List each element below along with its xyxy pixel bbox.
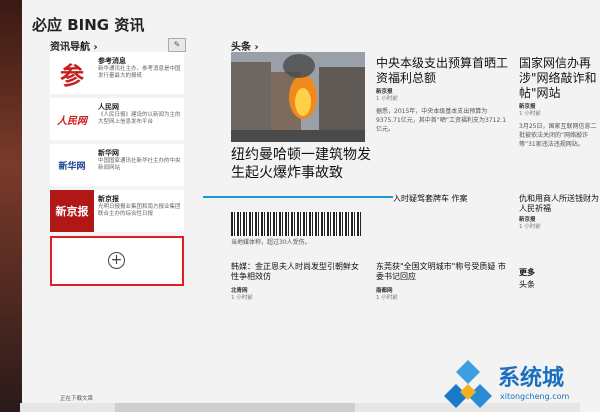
xinjing-logo: 新京报 [50,190,94,232]
story-body: 3月25日，国家互联网信息二批被依法关闭的“网络敲诈等”31家违法违规网站。 [519,123,597,148]
watermark-logo-icon [444,360,492,408]
story-time: 1 小时前 [376,295,398,301]
story-meta: 新京报 1 小时前 [376,89,508,103]
plus-icon: + [108,252,125,269]
fire-building-image [231,52,365,142]
add-source-button[interactable]: + [50,236,184,286]
edit-sources-button[interactable]: ✎ [168,38,186,52]
hero-image-secondary [231,212,361,236]
story-title: 东莞获"全国文明城市"称号受质疑 市委书记回应 [376,262,506,281]
story-meta: 新京报 1 小时前 [519,104,600,118]
section-heading-nav[interactable]: 资讯导航 › [50,38,98,53]
story-item[interactable]: 国家网信办再涉"网络敲诈和帖"网站 新京报 1 小时前 3月25日，国家互联网信息… [519,56,600,149]
story-time: 1 小时前 [376,96,398,102]
source-card-cankao[interactable]: 参 参考消息 新华通讯社主办，参考消息是中国发行量最大的报纸 [50,52,184,94]
pencil-icon: ✎ [173,40,181,49]
story-item[interactable]: 入时疑驾套牌车 作案 [393,194,511,204]
story-item[interactable]: 韩媒：金正恩夫人时尚发型引朝鲜女性争相效仿 北青网 1 小时前 [231,262,365,302]
story-item[interactable]: 东莞获"全国文明城市"称号受质疑 市委书记回应 南都网 1 小时前 [376,262,508,302]
source-name: 参考消息 [98,57,126,65]
story-source: 新京报 [519,217,536,223]
story-body: 据悉，2015年，中央本级基本支出预算为9375.71亿元，其中首“晒”工资福利… [376,108,507,133]
app-title: 必应 BING 资讯 [32,16,145,34]
story-meta: 新京报 1 小时前 [519,217,600,231]
story-source: 新京报 [376,89,393,95]
watermark-text: 系统城 [498,366,565,391]
source-name: 人民网 [98,103,119,111]
source-desc: 《人民日报》建设的以新闻为主的大型网上信息发布平台 [98,112,181,125]
cankao-logo: 参 [50,52,94,94]
story-item[interactable]: 中央本级支出预算首晒工资福利总额 新京报 1 小时前 据悉，2015年，中央本级基… [376,56,508,134]
story-meta: 北青网 1 小时前 [231,288,365,302]
story-source: 新京报 [519,104,536,110]
scrollbar-thumb[interactable] [115,403,355,412]
story-time: 1 小时前 [519,224,541,230]
people-logo: 人民网 [50,98,94,140]
xinhua-logo: 新华网 [50,144,94,186]
story-time: 1 小时前 [519,111,541,117]
story-title: 仇和用商人所送钱财为人民祈福 [519,194,599,213]
source-desc: 新华通讯社主办，参考消息是中国发行量最大的报纸 [98,66,181,79]
source-desc: 中国国家通讯社新华社主办的中央新闻网站 [98,158,181,171]
story-source: 南都网 [376,288,393,294]
source-card-xinjing[interactable]: 新京报 新京报 光明日报报业集团和南方报业集团联合主办的综合性日报 [50,190,184,232]
source-card-people[interactable]: 人民网 人民网 《人民日报》建设的以新闻为主的大型网上信息发布平台 [50,98,184,140]
source-name: 新京报 [98,195,119,203]
hero-image[interactable] [231,52,365,142]
watermark: 系统城 xitongcheng.com [436,356,600,412]
story-source: 北青网 [231,288,248,294]
story-title: 国家网信办再涉"网络敲诈和帖"网站 [519,56,597,100]
more-headlines-link[interactable]: 更多 头条 [519,268,600,290]
background-left-strip [0,0,22,412]
source-name: 新华网 [98,149,119,157]
more-label: 更多 [519,268,535,277]
story-meta: 南都网 1 小时前 [376,288,508,302]
download-status: 正在下载文章 [60,396,94,402]
story-time: 1 小时前 [231,295,253,301]
hero-title[interactable]: 纽约曼哈顿一建筑物发生起火爆炸事故致 [231,146,371,182]
hero-caption: 当地媒体称，超过30人受伤。 [231,239,311,246]
story-title: 中央本级支出预算首晒工资福利总额 [376,56,509,85]
story-title: 韩媒：金正恩夫人时尚发型引朝鲜女性争相效仿 [231,262,359,281]
source-card-xinhua[interactable]: 新华网 新华网 中国国家通讯社新华社主办的中央新闻网站 [50,144,184,186]
story-title: 入时疑驾套牌车 作案 [393,194,468,203]
watermark-url: xitongcheng.com [500,392,570,401]
section-heading-headlines[interactable]: 头条 › [231,38,259,53]
source-desc: 光明日报报业集团和南方报业集团联合主办的综合性日报 [98,204,181,217]
loading-progress-bar [203,196,393,198]
story-item[interactable]: 仇和用商人所送钱财为人民祈福 新京报 1 小时前 [519,194,600,231]
more-sub: 头条 [519,280,535,289]
